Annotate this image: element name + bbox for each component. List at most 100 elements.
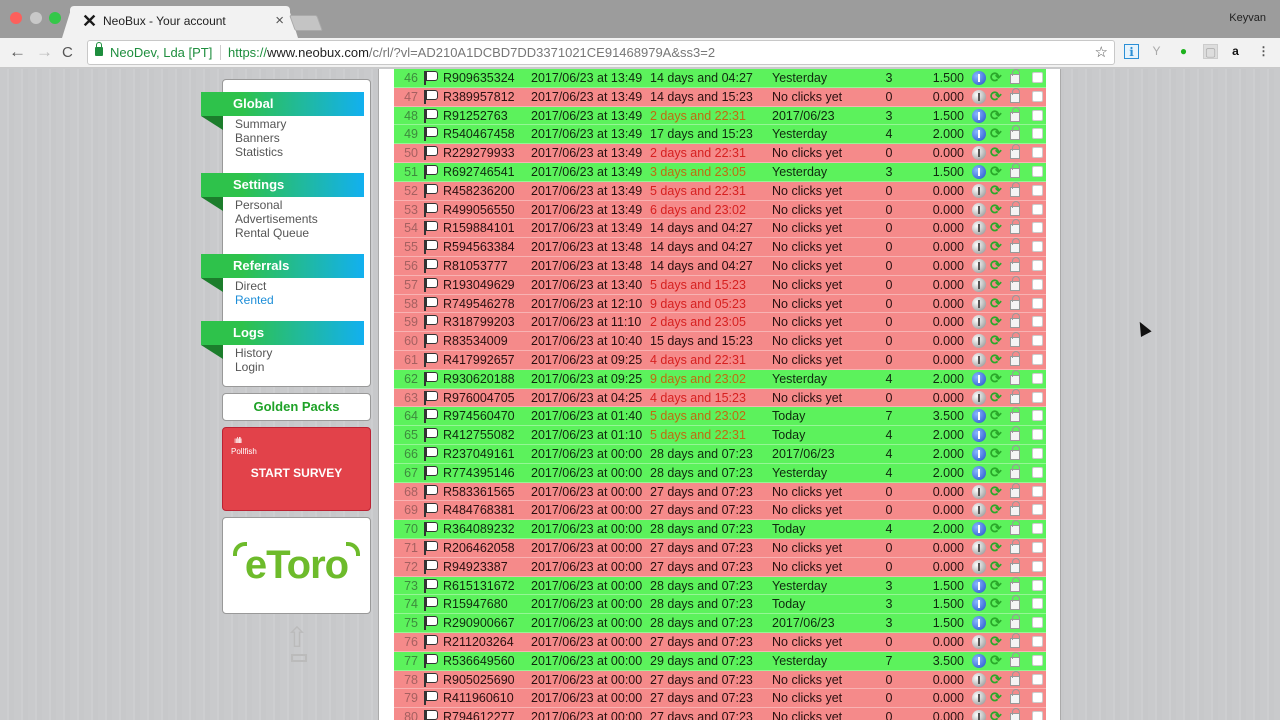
menu-item-direct[interactable]: Direct [235, 279, 364, 293]
select-checkbox[interactable] [1032, 692, 1043, 704]
recycle-icon[interactable]: ⟳ [990, 351, 1002, 368]
flag-icon[interactable] [422, 108, 438, 124]
info-icon[interactable] [972, 634, 986, 649]
lock-icon[interactable] [1010, 670, 1020, 686]
menu-item-rented[interactable]: Rented [235, 293, 364, 307]
info-icon[interactable] [972, 559, 986, 574]
flag-icon[interactable] [422, 89, 438, 105]
flag-icon[interactable] [422, 390, 438, 406]
select-checkbox[interactable] [1032, 297, 1043, 309]
info-icon[interactable] [972, 653, 986, 668]
lock-icon[interactable] [1010, 87, 1020, 103]
menu-section-header[interactable]: Logs [201, 321, 364, 345]
recycle-icon[interactable]: ⟳ [990, 201, 1002, 218]
extension-password-icon[interactable]: ℹ [1124, 44, 1139, 59]
lock-icon[interactable] [1010, 614, 1020, 630]
recycle-icon[interactable]: ⟳ [990, 219, 1002, 236]
info-icon[interactable] [972, 334, 986, 349]
lock-icon[interactable] [1010, 538, 1020, 554]
recycle-icon[interactable]: ⟳ [990, 708, 1002, 720]
flag-icon[interactable] [422, 202, 438, 218]
info-icon[interactable] [972, 409, 986, 424]
flag-icon[interactable] [422, 145, 438, 161]
select-checkbox[interactable] [1032, 335, 1043, 347]
ev-certificate-label[interactable]: NeoDev, Lda [PT] [110, 45, 222, 60]
flag-icon[interactable] [422, 70, 438, 86]
lock-icon[interactable] [1010, 162, 1020, 178]
recycle-icon[interactable]: ⟳ [990, 238, 1002, 255]
flag-icon[interactable] [422, 596, 438, 612]
flag-icon[interactable] [422, 615, 438, 631]
recycle-icon[interactable]: ⟳ [990, 295, 1002, 312]
lock-icon[interactable] [1010, 651, 1020, 667]
scroll-to-top-icon[interactable]: ⇧ [284, 624, 310, 662]
recycle-icon[interactable]: ⟳ [990, 671, 1002, 688]
menu-item-personal[interactable]: Personal [235, 198, 364, 212]
flag-icon[interactable] [422, 296, 438, 312]
select-checkbox[interactable] [1032, 523, 1043, 535]
lock-icon[interactable] [1010, 444, 1020, 460]
lock-icon[interactable] [1010, 219, 1020, 235]
recycle-icon[interactable]: ⟳ [990, 445, 1002, 462]
lock-icon[interactable] [1010, 313, 1020, 329]
info-icon[interactable] [972, 164, 986, 179]
recycle-icon[interactable]: ⟳ [990, 652, 1002, 669]
lock-icon[interactable] [1010, 69, 1020, 84]
info-icon[interactable] [972, 691, 986, 706]
info-icon[interactable] [972, 710, 986, 720]
lock-icon[interactable] [1010, 388, 1020, 404]
recycle-icon[interactable]: ⟳ [990, 577, 1002, 594]
bookmark-star-icon[interactable]: ☆ [1095, 43, 1108, 61]
flag-icon[interactable] [422, 352, 438, 368]
url-text[interactable]: https://www.neobux.com/c/rl/?vl=AD210A1D… [228, 45, 715, 60]
select-checkbox[interactable] [1032, 635, 1043, 647]
lock-icon[interactable] [1010, 144, 1020, 160]
lock-icon[interactable] [1010, 200, 1020, 216]
lock-icon[interactable] [1010, 125, 1020, 141]
flag-icon[interactable] [422, 258, 438, 274]
info-icon[interactable] [972, 672, 986, 687]
close-window-button[interactable] [10, 12, 22, 24]
flag-icon[interactable] [422, 465, 438, 481]
lock-icon[interactable] [1010, 238, 1020, 254]
flag-icon[interactable] [422, 427, 438, 443]
new-tab-button[interactable] [289, 15, 323, 31]
flag-icon[interactable] [422, 314, 438, 330]
info-icon[interactable] [972, 127, 986, 142]
flag-icon[interactable] [422, 484, 438, 500]
browser-tab-active[interactable]: ✕ NeoBux - Your account × [62, 6, 298, 38]
flag-icon[interactable] [422, 371, 438, 387]
select-checkbox[interactable] [1032, 316, 1043, 328]
lock-icon[interactable] [1010, 482, 1020, 498]
flag-icon[interactable] [422, 408, 438, 424]
select-checkbox[interactable] [1032, 241, 1043, 253]
recycle-icon[interactable]: ⟳ [990, 125, 1002, 142]
minimize-window-button[interactable] [30, 12, 42, 24]
select-checkbox[interactable] [1032, 372, 1043, 384]
lock-icon[interactable] [1010, 520, 1020, 536]
select-checkbox[interactable] [1032, 203, 1043, 215]
golden-packs-button[interactable]: Golden Packs [222, 393, 371, 421]
recycle-icon[interactable]: ⟳ [990, 389, 1002, 406]
etoro-ad-banner[interactable]: eToro [222, 517, 371, 614]
recycle-icon[interactable]: ⟳ [990, 332, 1002, 349]
flag-icon[interactable] [422, 653, 438, 669]
flag-icon[interactable] [422, 502, 438, 518]
select-checkbox[interactable] [1032, 278, 1043, 290]
recycle-icon[interactable]: ⟳ [990, 633, 1002, 650]
browser-menu-icon[interactable]: ⋮ [1256, 44, 1271, 59]
select-checkbox[interactable] [1032, 259, 1043, 271]
flag-icon[interactable] [422, 277, 438, 293]
amazon-extension-icon[interactable]: a [1228, 44, 1243, 59]
select-checkbox[interactable] [1032, 72, 1043, 83]
select-checkbox[interactable] [1032, 353, 1043, 365]
menu-item-rental-queue[interactable]: Rental Queue [235, 226, 364, 240]
select-checkbox[interactable] [1032, 504, 1043, 516]
recycle-icon[interactable]: ⟳ [990, 276, 1002, 293]
lock-icon[interactable] [1010, 501, 1020, 517]
select-checkbox[interactable] [1032, 711, 1043, 720]
select-checkbox[interactable] [1032, 673, 1043, 685]
info-icon[interactable] [972, 522, 986, 537]
flag-icon[interactable] [422, 126, 438, 142]
select-checkbox[interactable] [1032, 222, 1043, 234]
